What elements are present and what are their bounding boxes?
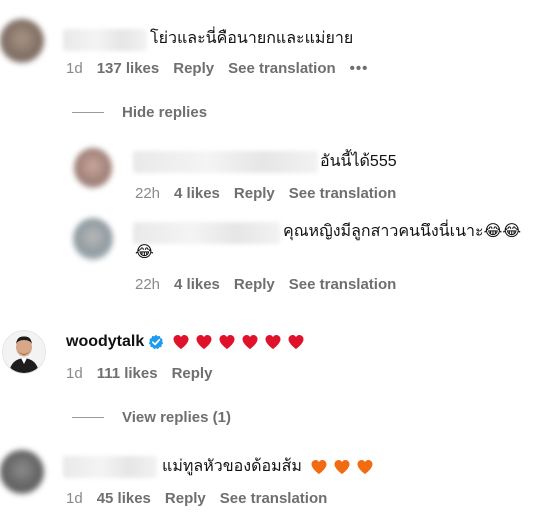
comment-text: โย่วและนี่คือนายกและแม่ยาย [150, 30, 354, 47]
like-count[interactable]: 137 likes [97, 60, 160, 77]
heart-icon [265, 334, 281, 350]
comment-meta: 1d 137 likes Reply See translation ••• [66, 60, 382, 77]
reply-button[interactable]: Reply [173, 60, 214, 77]
profile-photo [3, 331, 45, 373]
heart-icon [357, 459, 373, 475]
heart-icon [334, 459, 350, 475]
timestamp: 22h [135, 276, 161, 293]
avatar[interactable] [73, 218, 113, 260]
more-options-icon[interactable]: ••• [350, 60, 369, 77]
avatar[interactable] [0, 450, 44, 494]
heart-emoji-row [310, 458, 379, 476]
reply-button[interactable]: Reply [234, 185, 275, 202]
hide-replies-label: Hide replies [122, 104, 208, 121]
hide-replies-button[interactable]: Hide replies [72, 104, 207, 121]
username[interactable]: woodytalk [66, 333, 144, 351]
like-count[interactable]: 4 likes [174, 185, 220, 202]
timestamp: 1d [66, 60, 83, 77]
reply-meta: 22h 4 likes Reply See translation [135, 185, 410, 202]
heart-icon [173, 334, 189, 350]
comment-header: woodytalk [66, 333, 310, 351]
comment-meta: 1d 111 likes Reply [66, 365, 226, 382]
comment-body: แม่ทูลหัวของด้อมส้ม [162, 456, 379, 478]
heart-icon [311, 459, 327, 475]
username-redacted[interactable] [63, 456, 157, 478]
see-translation-button[interactable]: See translation [289, 276, 397, 293]
reply-button[interactable]: Reply [172, 365, 213, 382]
username-redacted[interactable] [133, 151, 318, 173]
divider [72, 112, 104, 113]
reply-button[interactable]: Reply [165, 490, 206, 507]
timestamp: 1d [66, 490, 83, 507]
like-count[interactable]: 111 likes [97, 365, 158, 382]
see-translation-button[interactable]: See translation [220, 490, 328, 507]
username-redacted[interactable] [63, 29, 147, 51]
see-translation-button[interactable]: See translation [228, 60, 336, 77]
verified-badge-icon [149, 334, 164, 350]
like-count[interactable]: 45 likes [97, 490, 151, 507]
timestamp: 1d [66, 365, 83, 382]
reply-meta: 22h 4 likes Reply See translation [135, 276, 410, 293]
timestamp: 22h [135, 185, 161, 202]
view-replies-label: View replies (1) [122, 409, 231, 426]
reply-button[interactable]: Reply [234, 276, 275, 293]
comment-meta: 1d 45 likes Reply See translation [66, 490, 341, 507]
avatar[interactable] [2, 330, 46, 374]
divider [72, 417, 104, 418]
heart-icon [288, 334, 304, 350]
reply-text: คุณหญิงมีลูกสาวคนนึงนี่เนาะ😂😂 [283, 223, 522, 240]
heart-icon [242, 334, 258, 350]
heart-icon [219, 334, 235, 350]
avatar[interactable] [74, 148, 112, 188]
see-translation-button[interactable]: See translation [289, 185, 397, 202]
heart-emoji-row [172, 333, 310, 351]
comment-text: แม่ทูลหัวของด้อมส้ม [162, 458, 302, 475]
avatar[interactable] [0, 19, 44, 63]
reply-text: อันนี้ได้555 [320, 153, 397, 170]
reply-text-line2: 😂 [135, 244, 154, 261]
username-redacted[interactable] [133, 222, 280, 244]
like-count[interactable]: 4 likes [174, 276, 220, 293]
heart-icon [196, 334, 212, 350]
view-replies-button[interactable]: View replies (1) [72, 409, 231, 426]
